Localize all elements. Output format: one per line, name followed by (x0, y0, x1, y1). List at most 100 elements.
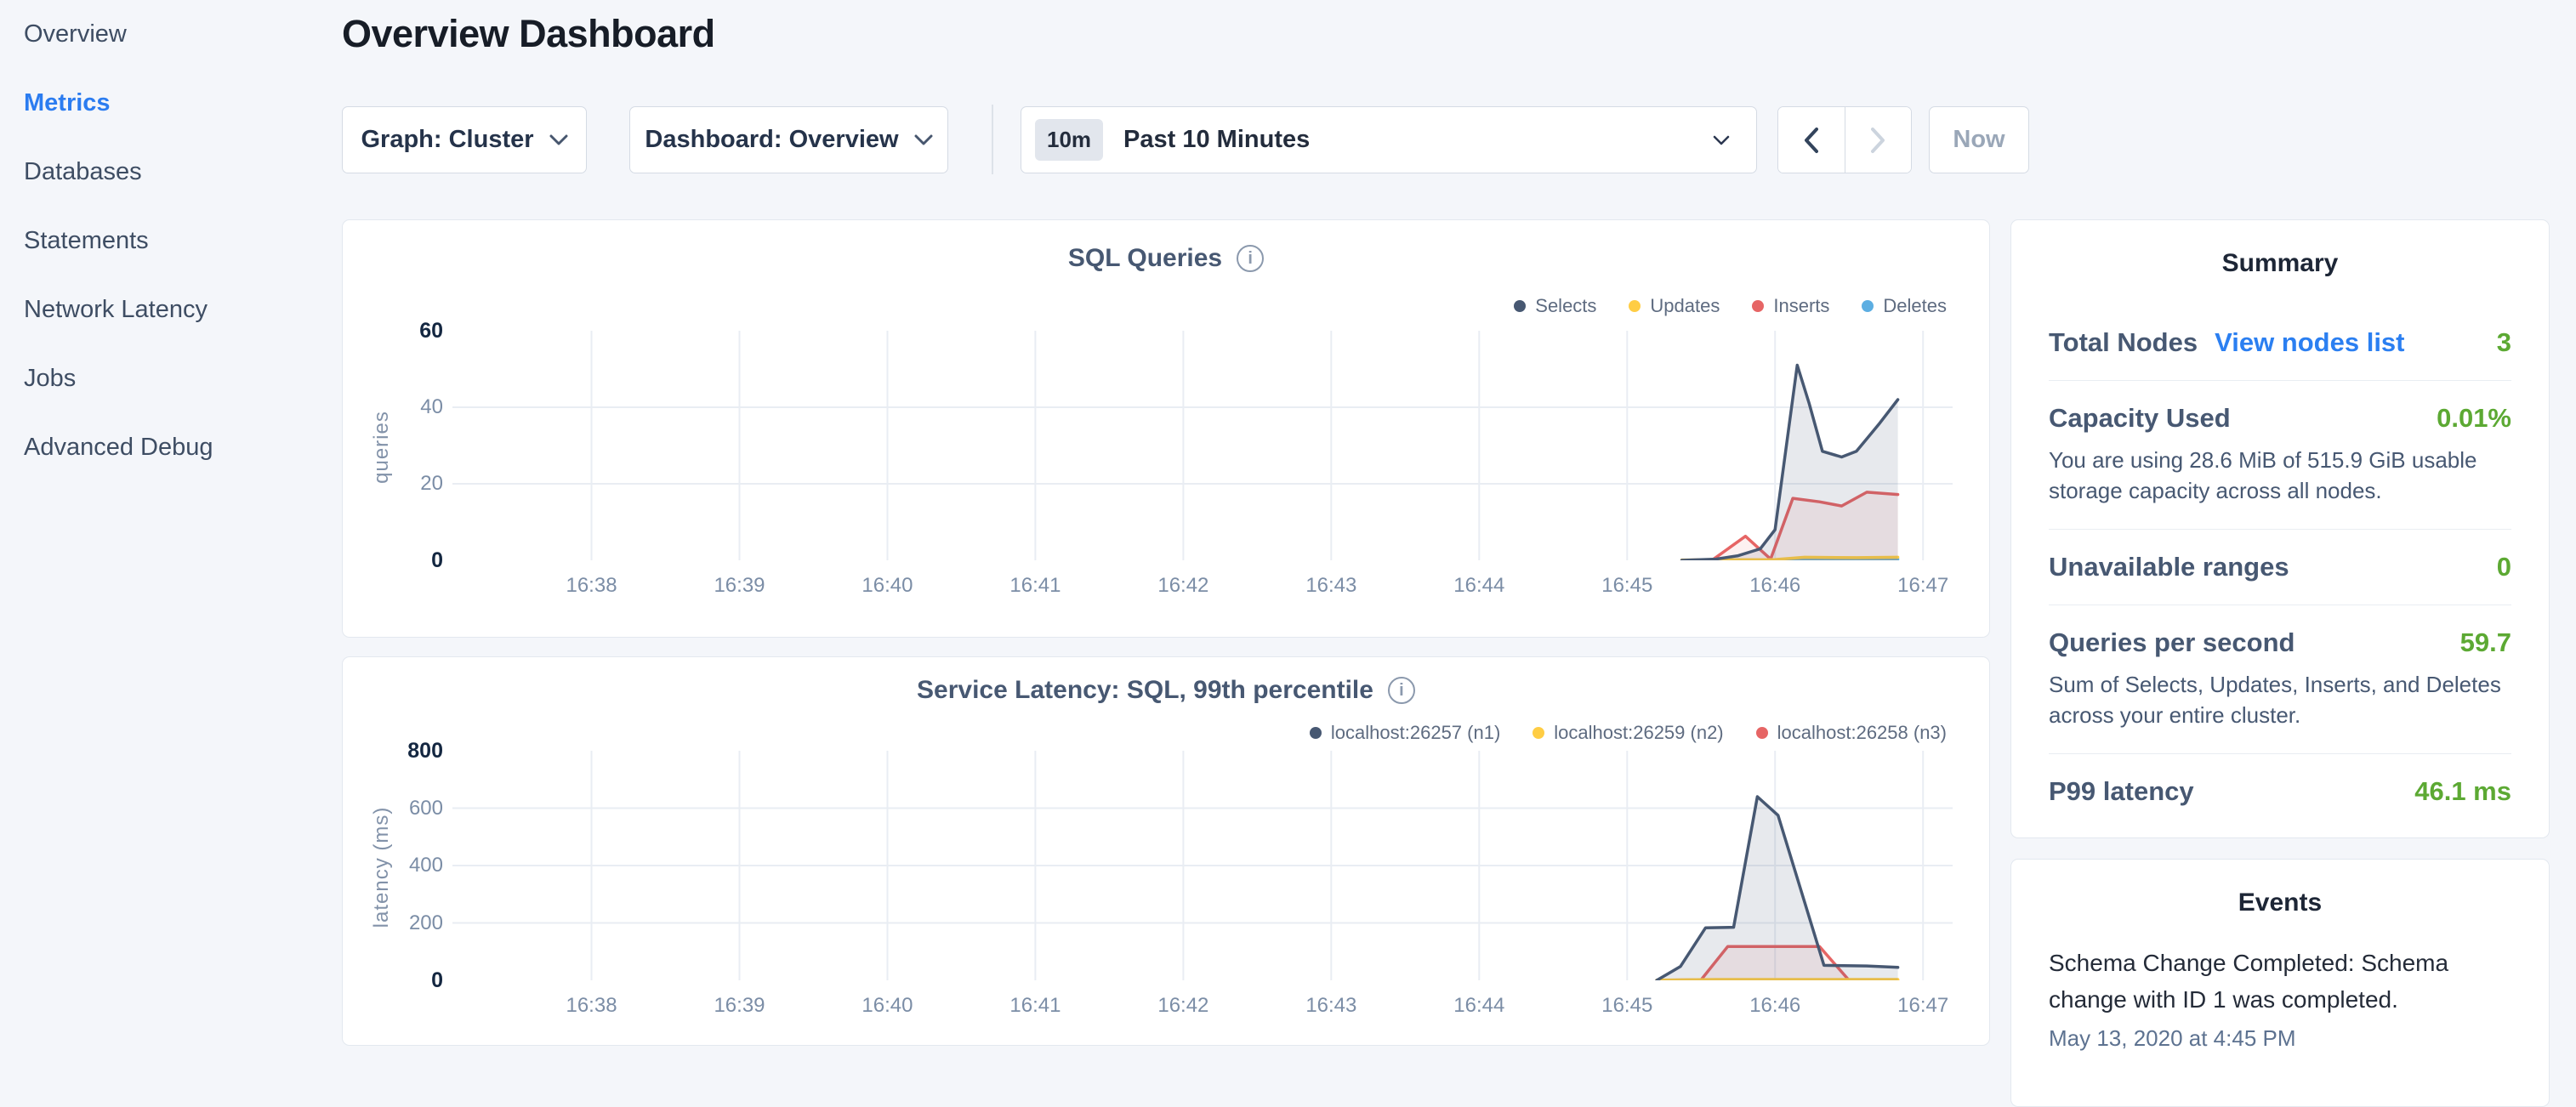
summary-item: Unavailable ranges 0 (2049, 530, 2511, 605)
y-axis-tick: 0 (343, 548, 443, 573)
legend-dot-icon (1533, 727, 1544, 739)
legend-label: localhost:26259 (n2) (1554, 722, 1723, 744)
summary-item-value: 59.7 (2460, 627, 2511, 658)
x-axis-tick: 16:39 (692, 574, 786, 598)
prev-range-button[interactable] (1778, 107, 1845, 173)
x-axis-tick: 16:38 (545, 994, 639, 1018)
sidebar-item-overview[interactable]: Overview (0, 0, 340, 69)
legend-label: localhost:26257 (n1) (1331, 722, 1500, 744)
summary-item: Total Nodes View nodes list 3 (2049, 305, 2511, 381)
chevron-right-icon (1871, 127, 1885, 154)
x-axis-tick: 16:38 (545, 574, 639, 598)
y-axis-tick: 20 (343, 472, 443, 496)
legend-dot-icon (1310, 727, 1322, 739)
x-axis-tick: 16:44 (1432, 994, 1526, 1018)
summary-item-label: Queries per second (2049, 627, 2295, 658)
page-title: Overview Dashboard (342, 12, 715, 56)
summary-item-label: Total Nodes (2049, 327, 2198, 358)
graph-dropdown-label: Graph: Cluster (361, 126, 533, 154)
x-axis-tick: 16:40 (840, 574, 934, 598)
summary-title: Summary (2011, 249, 2549, 278)
x-axis-tick: 16:46 (1728, 574, 1822, 598)
summary-item-value: 46.1 ms (2414, 776, 2511, 807)
chart-header: Service Latency: SQL, 99th percentile i (343, 676, 1989, 705)
toolbar-divider (992, 105, 993, 174)
legend-item: Updates (1629, 295, 1720, 317)
summary-item: Queries per second 59.7 Sum of Selects, Up… (2049, 605, 2511, 754)
service-latency-plot[interactable] (452, 751, 1953, 980)
y-axis-tick: 600 (343, 797, 443, 820)
chart-title: Service Latency: SQL, 99th percentile (917, 676, 1373, 705)
sidebar-item-statements[interactable]: Statements (0, 207, 340, 275)
y-axis-tick: 400 (343, 854, 443, 877)
legend-dot-icon (1862, 300, 1874, 312)
summary-item-label: Unavailable ranges (2049, 552, 2289, 582)
event-text: Schema Change Completed: Schema change w… (2049, 945, 2511, 1019)
legend-label: Selects (1535, 295, 1596, 317)
summary-item-label: Capacity Used (2049, 403, 2231, 434)
chart-legend: Selects Updates Inserts Deletes (1514, 295, 1947, 317)
summary-item-description: Sum of Selects, Updates, Inserts, and De… (2049, 670, 2511, 731)
summary-panel: Summary Total Nodes View nodes list 3 Capac… (2010, 219, 2550, 838)
service-latency-card: Service Latency: SQL, 99th percentile i … (342, 656, 1990, 1046)
legend-label: Updates (1650, 295, 1720, 317)
legend-item: Deletes (1862, 295, 1947, 317)
x-axis-tick: 16:43 (1284, 574, 1378, 598)
time-range-dropdown[interactable]: 10m Past 10 Minutes (1021, 106, 1757, 173)
y-axis-tick: 40 (343, 395, 443, 419)
y-axis-tick: 60 (343, 319, 443, 343)
legend-label: localhost:26258 (n3) (1777, 722, 1947, 744)
legend-dot-icon (1752, 300, 1764, 312)
x-axis-tick: 16:42 (1136, 574, 1230, 598)
summary-item-value: 0.01% (2437, 403, 2511, 434)
y-axis-tick: 0 (343, 968, 443, 993)
legend-dot-icon (1629, 300, 1641, 312)
x-axis-tick: 16:46 (1728, 994, 1822, 1018)
legend-item: localhost:26258 (n3) (1756, 722, 1947, 744)
sql-queries-card: SQL Queries i Selects Updates Inserts Delet… (342, 219, 1990, 638)
dashboard-dropdown[interactable]: Dashboard: Overview (629, 106, 948, 173)
legend-item: Inserts (1752, 295, 1829, 317)
time-range-badge: 10m (1035, 119, 1103, 161)
sidebar-item-databases[interactable]: Databases (0, 138, 340, 207)
chevron-down-icon (1712, 134, 1731, 146)
x-axis-tick: 16:39 (692, 994, 786, 1018)
sidebar-item-advanced-debug[interactable]: Advanced Debug (0, 413, 340, 482)
view-nodes-link[interactable]: View nodes list (2215, 327, 2404, 358)
sidebar-item-network-latency[interactable]: Network Latency (0, 275, 340, 344)
chevron-down-icon (549, 134, 568, 145)
sidebar: OverviewMetricsDatabasesStatementsNetwor… (0, 0, 340, 1051)
summary-item-description: You are using 28.6 MiB of 515.9 GiB usab… (2049, 446, 2511, 507)
now-button[interactable]: Now (1929, 106, 2029, 173)
x-axis-tick: 16:47 (1876, 994, 1970, 1018)
legend-label: Inserts (1773, 295, 1829, 317)
y-axis-tick: 800 (343, 739, 443, 764)
legend-label: Deletes (1883, 295, 1947, 317)
graph-dropdown[interactable]: Graph: Cluster (342, 106, 587, 173)
x-axis-tick: 16:42 (1136, 994, 1230, 1018)
chevron-down-icon (914, 134, 933, 145)
legend-dot-icon (1514, 300, 1526, 312)
next-range-button[interactable] (1845, 107, 1912, 173)
summary-item: P99 latency46.1 ms (2049, 754, 2511, 829)
time-range-label: Past 10 Minutes (1123, 126, 1310, 154)
x-axis-tick: 16:43 (1284, 994, 1378, 1018)
x-axis-tick: 16:41 (988, 994, 1082, 1018)
y-axis-tick: 200 (343, 911, 443, 935)
sql-queries-plot[interactable] (452, 331, 1953, 560)
time-range-arrows (1777, 106, 1912, 173)
chart-header: SQL Queries i (343, 244, 1989, 273)
x-axis-tick: 16:45 (1580, 994, 1674, 1018)
sidebar-item-metrics[interactable]: Metrics (0, 69, 340, 138)
chart-legend: localhost:26257 (n1) localhost:26259 (n2)… (1310, 722, 1947, 744)
events-list: Schema Change Completed: Schema change w… (2049, 945, 2511, 1052)
summary-item-value: 0 (2497, 552, 2511, 582)
info-icon[interactable]: i (1237, 245, 1264, 272)
summary-item-value: 3 (2497, 327, 2511, 358)
legend-item: localhost:26259 (n2) (1533, 722, 1723, 744)
legend-dot-icon (1756, 727, 1768, 739)
x-axis-tick: 16:44 (1432, 574, 1526, 598)
sidebar-item-jobs[interactable]: Jobs (0, 344, 340, 413)
summary-item: Capacity Used 0.01% You are using 28.6 MiB… (2049, 381, 2511, 530)
info-icon[interactable]: i (1388, 677, 1415, 704)
